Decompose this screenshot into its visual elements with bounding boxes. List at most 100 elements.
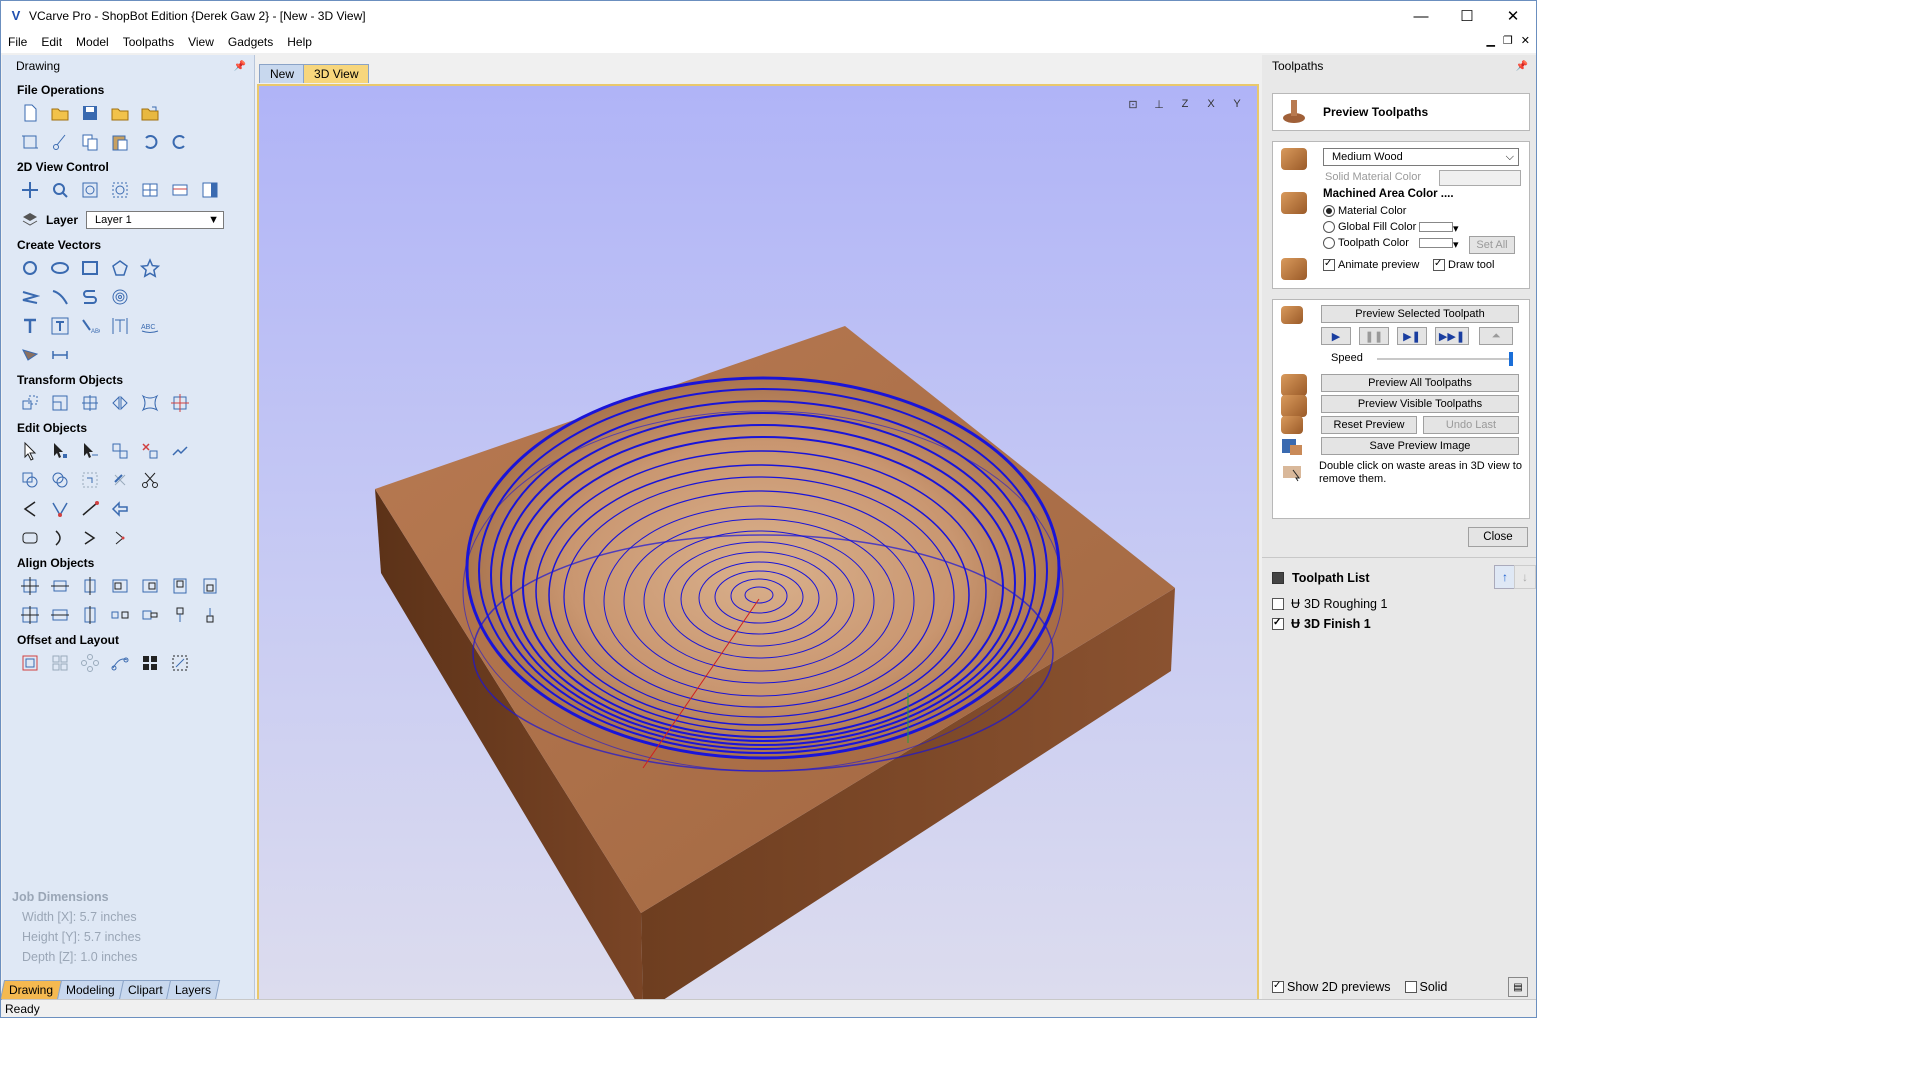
extend-icon[interactable]	[78, 497, 102, 521]
chamfer-icon[interactable]	[18, 497, 42, 521]
save-preview-image-button[interactable]: Save Preview Image	[1321, 437, 1519, 455]
3d-viewport[interactable]: ⊡ ⊥ Z X Y	[257, 84, 1259, 1001]
copy-along-vectors-icon[interactable]	[108, 651, 132, 675]
fast-forward-button[interactable]: ▶▶❚	[1435, 327, 1469, 345]
intersect-icon[interactable]	[78, 468, 102, 492]
mdi-minimize-icon[interactable]: ▁	[1486, 34, 1494, 47]
toolpath-summary-icon[interactable]: ▤	[1508, 977, 1528, 997]
draw-polygon-icon[interactable]	[108, 256, 132, 280]
global-fill-color-option[interactable]: Global Fill Color	[1323, 221, 1416, 234]
job-setup-icon[interactable]	[18, 130, 42, 154]
align-right-icon[interactable]	[138, 574, 162, 598]
tab-new[interactable]: New	[259, 64, 306, 83]
align-bottom-icon[interactable]	[198, 574, 222, 598]
move-up-arrow-icon[interactable]: ↑	[1494, 565, 1516, 589]
toolpath-checkbox[interactable]	[1272, 598, 1284, 610]
preview-all-toolpaths-button[interactable]: Preview All Toolpaths	[1321, 374, 1519, 392]
menu-file[interactable]: File	[1, 35, 34, 49]
pan-icon[interactable]	[18, 178, 42, 202]
show-sheet-icon[interactable]	[198, 178, 222, 202]
menu-toolpaths[interactable]: Toolpaths	[116, 35, 181, 49]
center-in-material-icon[interactable]	[18, 603, 42, 627]
close-window-button[interactable]: ✕	[1490, 1, 1536, 31]
zoom-extents-icon[interactable]	[78, 178, 102, 202]
rulers-icon[interactable]	[168, 178, 192, 202]
undo-last-button[interactable]: Undo Last	[1423, 416, 1519, 434]
draw-ellipse-icon[interactable]	[48, 256, 72, 280]
space-vertical-icon[interactable]	[138, 603, 162, 627]
align-horizontal-center-icon[interactable]	[48, 574, 72, 598]
material-color-radio[interactable]	[1323, 205, 1335, 218]
adjust-text-spacing-icon[interactable]	[108, 314, 132, 338]
close-button[interactable]: Close	[1468, 527, 1528, 547]
join-vectors-icon[interactable]	[48, 497, 72, 521]
toolpath-color-option[interactable]: Toolpath Color	[1323, 237, 1409, 250]
move-down-arrow-icon[interactable]: ↓	[1514, 565, 1536, 589]
node-reduce-icon[interactable]	[108, 526, 132, 550]
copy-icon[interactable]	[78, 130, 102, 154]
align-top-edge-icon[interactable]	[168, 603, 192, 627]
tab-layers[interactable]: Layers	[166, 980, 221, 1000]
speed-slider-thumb[interactable]	[1509, 352, 1513, 366]
show-2d-previews-checkbox[interactable]	[1272, 981, 1284, 993]
space-horizontal-icon[interactable]	[108, 603, 132, 627]
fillet-icon[interactable]	[108, 468, 132, 492]
redo-icon[interactable]	[168, 130, 192, 154]
paste-icon[interactable]	[108, 130, 132, 154]
step-button[interactable]: ▶❚	[1397, 327, 1427, 345]
node-edit-icon[interactable]	[48, 439, 72, 463]
preview-visible-toolpaths-button[interactable]: Preview Visible Toolpaths	[1321, 395, 1519, 413]
reset-preview-button[interactable]: Reset Preview	[1321, 416, 1417, 434]
scissors-icon[interactable]	[138, 468, 162, 492]
draw-star-icon[interactable]	[138, 256, 162, 280]
draw-polyline-icon[interactable]	[18, 285, 42, 309]
menu-gadgets[interactable]: Gadgets	[221, 35, 280, 49]
pin-icon[interactable]: 📌	[234, 61, 246, 72]
scale-icon[interactable]	[48, 391, 72, 415]
measure-icon[interactable]	[48, 343, 72, 367]
toolpath-color-radio[interactable]	[1323, 237, 1335, 250]
nesting-icon[interactable]	[138, 651, 162, 675]
maximize-button[interactable]: ☐	[1444, 1, 1490, 31]
skip-to-end-button[interactable]: ⏶	[1479, 327, 1513, 345]
import-bitmap-icon[interactable]	[138, 101, 162, 125]
ungroup-icon[interactable]	[138, 439, 162, 463]
save-file-icon[interactable]	[78, 101, 102, 125]
draw-circle-icon[interactable]	[18, 256, 42, 280]
align-top-icon[interactable]	[168, 574, 192, 598]
toolpath-row-finish[interactable]: Ʉ 3D Finish 1	[1272, 617, 1371, 631]
subtract-icon[interactable]	[48, 468, 72, 492]
draw-rectangle-icon[interactable]	[78, 256, 102, 280]
layer-dropdown[interactable]: Layer 1 ▼	[86, 211, 225, 229]
draw-arc-icon[interactable]	[78, 285, 102, 309]
group-icon[interactable]	[108, 439, 132, 463]
draw-tool-checkbox[interactable]	[1433, 259, 1445, 272]
mdi-close-icon[interactable]: ✕	[1521, 34, 1530, 47]
menu-help[interactable]: Help	[280, 35, 319, 49]
draw-spiral-icon[interactable]	[108, 285, 132, 309]
offset-vector-icon[interactable]	[108, 497, 132, 521]
pause-button[interactable]: ❚❚	[1359, 327, 1389, 345]
zoom-icon[interactable]	[48, 178, 72, 202]
draw-text-icon[interactable]	[18, 314, 42, 338]
curve-fit-icon[interactable]	[48, 526, 72, 550]
new-file-icon[interactable]	[18, 101, 42, 125]
dimension-icon[interactable]	[18, 343, 42, 367]
center-vertical-icon[interactable]	[78, 603, 102, 627]
solid-checkbox[interactable]	[1404, 981, 1417, 993]
offset-icon[interactable]	[18, 651, 42, 675]
menu-edit[interactable]: Edit	[34, 35, 69, 49]
material-color-option[interactable]: Material Color	[1323, 205, 1406, 218]
align-left-icon[interactable]	[108, 574, 132, 598]
auto-layout-text-icon[interactable]	[48, 314, 72, 338]
animate-preview-option[interactable]: Animate preview	[1323, 259, 1419, 272]
rotate-icon[interactable]	[78, 391, 102, 415]
global-fill-color-picker[interactable]: ▾	[1419, 221, 1459, 235]
align-bottom-edge-icon[interactable]	[198, 603, 222, 627]
tab-drawing[interactable]: Drawing	[1, 980, 63, 1000]
tab-3d-view[interactable]: 3D View	[303, 64, 370, 83]
speed-slider-track[interactable]	[1377, 358, 1513, 360]
open-file-icon[interactable]	[48, 101, 72, 125]
align-vertical-center-icon[interactable]	[78, 574, 102, 598]
undo-icon[interactable]	[138, 130, 162, 154]
